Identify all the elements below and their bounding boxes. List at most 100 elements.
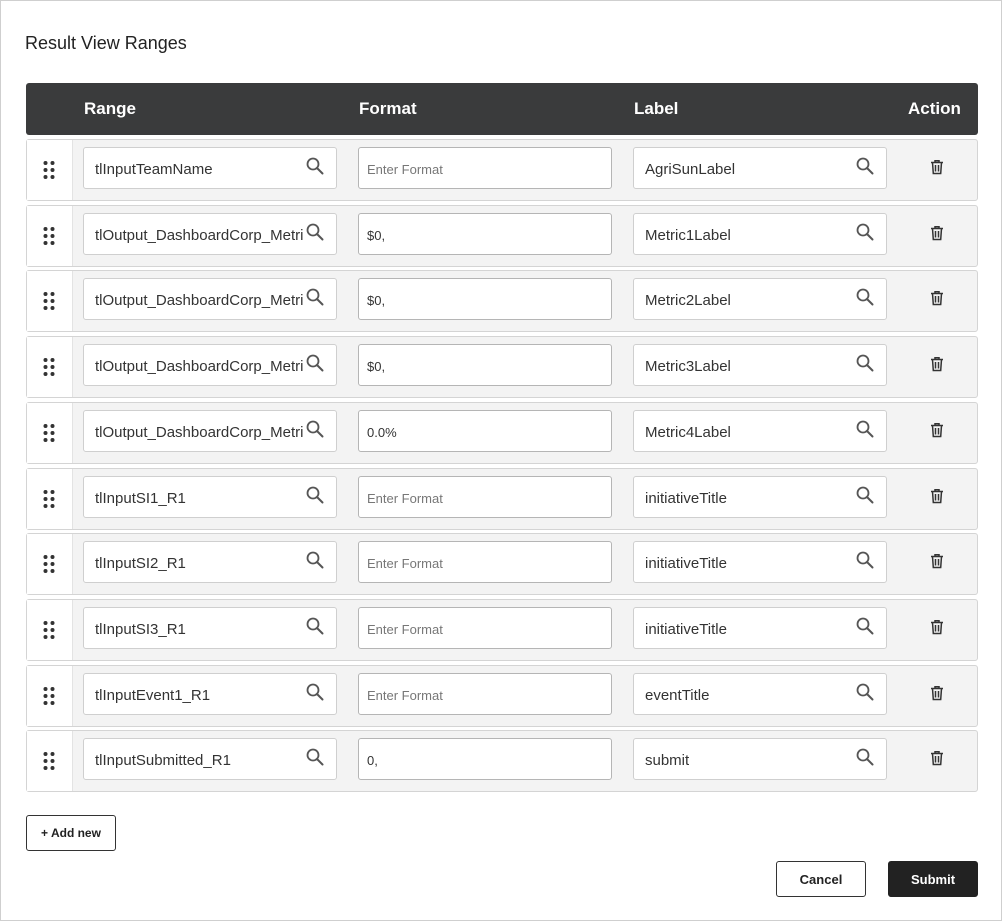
label-value: Metric4Label xyxy=(645,423,731,441)
range-input[interactable]: tlOutput_DashboardCorp_Metric4 xyxy=(83,409,337,452)
trash-icon[interactable] xyxy=(930,553,944,574)
search-icon[interactable] xyxy=(306,157,324,180)
table-row: tlInputEvent1_R1 Enter Format eventTitle xyxy=(26,664,978,727)
drag-handle[interactable] xyxy=(27,402,73,463)
search-icon[interactable] xyxy=(856,617,874,640)
drag-handle[interactable] xyxy=(27,731,73,792)
format-input[interactable]: Enter Format xyxy=(358,541,612,584)
range-value: tlInputSI3_R1 xyxy=(95,620,186,638)
trash-icon[interactable] xyxy=(930,488,944,509)
range-value: tlInputSubmitted_R1 xyxy=(95,752,231,770)
label-input[interactable]: AgriSunLabel xyxy=(633,147,887,189)
submit-button[interactable]: Submit xyxy=(888,861,978,897)
header-range: Range xyxy=(84,99,136,118)
dialog-title: Result View Ranges xyxy=(25,33,187,53)
label-input[interactable]: Metric2Label xyxy=(633,278,887,321)
trash-icon[interactable] xyxy=(930,290,944,311)
format-input[interactable]: $0, xyxy=(358,344,612,387)
search-icon[interactable] xyxy=(856,551,874,574)
label-value: Metric3Label xyxy=(645,358,731,376)
range-input[interactable]: tlInputEvent1_R1 xyxy=(83,672,337,715)
format-input[interactable]: 0, xyxy=(358,738,612,781)
format-input[interactable]: Enter Format xyxy=(358,475,612,518)
search-icon[interactable] xyxy=(856,223,874,246)
header-format: Format xyxy=(359,99,417,118)
label-input[interactable]: eventTitle xyxy=(633,672,887,715)
add-new-button[interactable]: + Add new xyxy=(26,815,116,851)
range-input[interactable]: tlOutput_DashboardCorp_Metric2 xyxy=(83,278,337,321)
table-row: tlInputSI2_R1 Enter Format initiativeTitle xyxy=(26,533,978,596)
label-input[interactable]: Metric3Label xyxy=(633,344,887,387)
search-icon[interactable] xyxy=(856,420,874,443)
search-icon[interactable] xyxy=(306,683,324,706)
search-icon[interactable] xyxy=(856,354,874,377)
range-value: tlInputSI2_R1 xyxy=(95,555,186,573)
table-row: tlOutput_DashboardCorp_Metric2 $0, Metric2… xyxy=(26,270,978,333)
search-icon[interactable] xyxy=(306,288,324,311)
format-input[interactable]: Enter Format xyxy=(358,606,612,649)
format-placeholder: Enter Format xyxy=(367,162,443,177)
format-value: 0, xyxy=(367,753,378,769)
search-icon[interactable] xyxy=(306,223,324,246)
range-input[interactable]: tlInputSI1_R1 xyxy=(83,475,337,518)
trash-icon[interactable] xyxy=(930,750,944,771)
drag-handle[interactable] xyxy=(27,468,73,529)
drag-handle[interactable] xyxy=(27,140,73,200)
search-icon[interactable] xyxy=(856,748,874,771)
format-input[interactable]: Enter Format xyxy=(358,672,612,715)
label-input[interactable]: initiativeTitle xyxy=(633,606,887,649)
search-icon[interactable] xyxy=(856,288,874,311)
range-input[interactable]: tlInputSI2_R1 xyxy=(83,541,337,584)
drag-handle[interactable] xyxy=(27,271,73,332)
drag-handle[interactable] xyxy=(27,665,73,726)
table-row: tlOutput_DashboardCorp_Metric3 $0, Metric3… xyxy=(26,336,978,399)
range-input[interactable]: tlInputSubmitted_R1 xyxy=(83,738,337,781)
search-icon[interactable] xyxy=(306,551,324,574)
table-row: tlInputTeamName Enter Format AgriSunLabel xyxy=(26,139,978,201)
format-input[interactable]: $0, xyxy=(358,278,612,321)
table-row: tlInputSI3_R1 Enter Format initiativeTitle xyxy=(26,598,978,661)
format-input[interactable]: $0, xyxy=(358,212,612,255)
header-action: Action xyxy=(908,99,961,118)
range-input[interactable]: tlInputTeamName xyxy=(83,147,337,189)
search-icon[interactable] xyxy=(306,748,324,771)
range-input[interactable]: tlOutput_DashboardCorp_Metric1 xyxy=(83,212,337,255)
trash-icon[interactable] xyxy=(930,619,944,640)
range-value: tlInputEvent1_R1 xyxy=(95,686,211,704)
cancel-button[interactable]: Cancel xyxy=(776,861,866,897)
search-icon[interactable] xyxy=(306,486,324,509)
trash-icon[interactable] xyxy=(930,422,944,443)
search-icon[interactable] xyxy=(856,683,874,706)
label-value: eventTitle xyxy=(645,686,710,704)
format-placeholder: Enter Format xyxy=(367,621,443,637)
drag-handle[interactable] xyxy=(27,337,73,398)
trash-icon[interactable] xyxy=(930,159,944,180)
label-input[interactable]: initiativeTitle xyxy=(633,475,887,518)
label-value: Metric2Label xyxy=(645,292,731,310)
drag-handle[interactable] xyxy=(27,534,73,595)
trash-icon[interactable] xyxy=(930,685,944,706)
search-icon[interactable] xyxy=(856,486,874,509)
format-placeholder: Enter Format xyxy=(367,556,443,572)
range-input[interactable]: tlInputSI3_R1 xyxy=(83,606,337,649)
drag-handle[interactable] xyxy=(27,205,73,266)
drag-handle[interactable] xyxy=(27,599,73,660)
format-input[interactable]: 0.0% xyxy=(358,409,612,452)
label-input[interactable]: Metric1Label xyxy=(633,212,887,255)
trash-icon[interactable] xyxy=(930,356,944,377)
format-input[interactable]: Enter Format xyxy=(358,147,612,189)
label-value: AgriSunLabel xyxy=(645,161,736,178)
search-icon[interactable] xyxy=(306,617,324,640)
trash-icon[interactable] xyxy=(930,225,944,246)
range-value: tlOutput_DashboardCorp_Metric2 xyxy=(95,292,303,310)
label-input[interactable]: submit xyxy=(633,738,887,781)
range-value: tlInputSI1_R1 xyxy=(95,489,186,507)
search-icon[interactable] xyxy=(306,420,324,443)
label-value: initiativeTitle xyxy=(645,555,727,573)
table-row: tlInputSubmitted_R1 0, submit xyxy=(26,730,978,793)
label-input[interactable]: initiativeTitle xyxy=(633,541,887,584)
label-input[interactable]: Metric4Label xyxy=(633,409,887,452)
search-icon[interactable] xyxy=(856,157,874,180)
range-input[interactable]: tlOutput_DashboardCorp_Metric3 xyxy=(83,344,337,387)
search-icon[interactable] xyxy=(306,354,324,377)
